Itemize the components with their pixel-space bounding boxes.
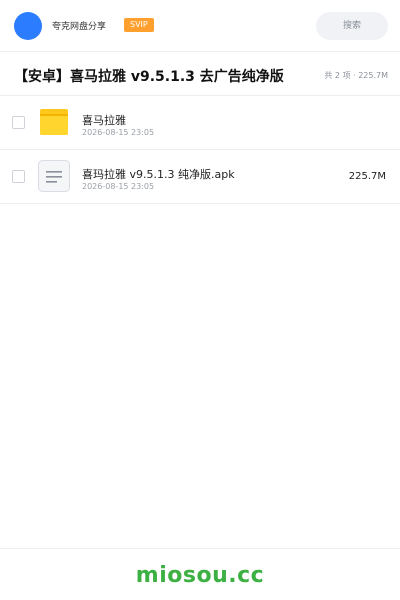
- document-icon: [38, 160, 70, 192]
- share-title-bar: 【安卓】喜马拉雅 v9.5.1.3 去广告纯净版 共 2 项 · 225.7M: [0, 52, 400, 96]
- folder-icon: [38, 106, 70, 138]
- row-checkbox[interactable]: [12, 170, 25, 183]
- app-name: 夸克网盘分享: [52, 22, 107, 32]
- file-size: 225.7M: [348, 171, 386, 182]
- header-bar: 夸克网盘分享 SVIP: [0, 0, 400, 52]
- footer-bar: miosou.cc: [0, 548, 400, 600]
- svip-badge: SVIP: [124, 18, 154, 32]
- search-input[interactable]: [316, 12, 388, 40]
- share-summary: 共 2 项 · 225.7M: [324, 71, 388, 80]
- row-checkbox[interactable]: [12, 116, 25, 129]
- file-date: 2026-08-15 23:05: [82, 128, 155, 137]
- brand-logo-text[interactable]: miosou.cc: [0, 563, 400, 588]
- file-date: 2026-08-15 23:05: [82, 182, 155, 191]
- file-row-folder[interactable]: 喜马拉雅 2026-08-15 23:05: [0, 96, 400, 150]
- file-row-apk[interactable]: 喜玛拉雅 v9.5.1.3 纯净版.apk 2026-08-15 23:05 2…: [0, 150, 400, 204]
- avatar[interactable]: [14, 12, 42, 40]
- page-title: 【安卓】喜马拉雅 v9.5.1.3 去广告纯净版: [14, 69, 284, 85]
- file-name: 喜玛拉雅 v9.5.1.3 纯净版.apk: [82, 168, 235, 181]
- file-name: 喜马拉雅: [82, 114, 126, 127]
- app-root: 夸克网盘分享 SVIP 【安卓】喜马拉雅 v9.5.1.3 去广告纯净版 共 2…: [0, 0, 400, 600]
